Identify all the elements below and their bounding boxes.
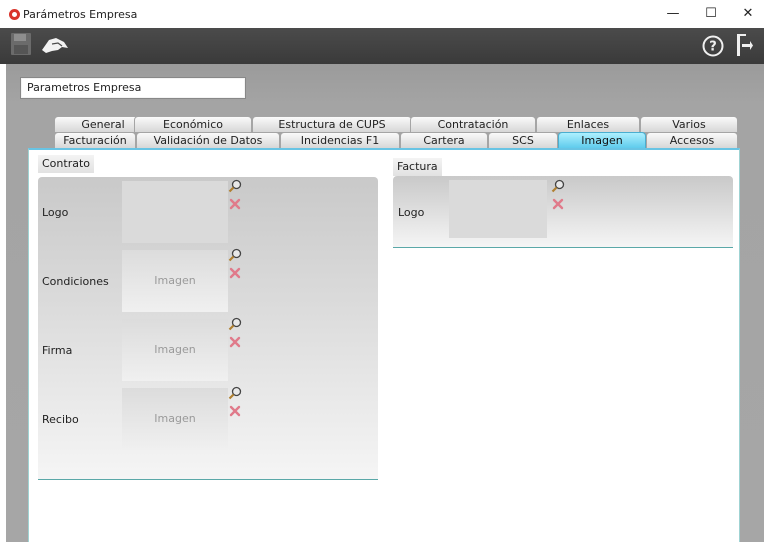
minimize-button[interactable]: —: [656, 3, 690, 25]
main-area: Parametros Empresa General Económico Est…: [6, 64, 764, 542]
contrato-recibo-image: Imagen: [122, 388, 228, 450]
title-bar: Parámetros Empresa — ☐ ✕: [0, 0, 764, 28]
factura-panel: Logo: [393, 176, 733, 248]
contrato-recibo-delete-icon[interactable]: [228, 404, 242, 418]
svg-text:?: ?: [709, 40, 717, 55]
tab-contratacion[interactable]: Contratación: [410, 116, 536, 132]
tab-cartera[interactable]: Cartera: [400, 132, 488, 148]
tab-facturacion[interactable]: Facturación: [54, 132, 136, 148]
contrato-firma-delete-icon[interactable]: [228, 335, 242, 349]
contrato-condiciones-delete-icon[interactable]: [228, 266, 242, 280]
factura-logo-search-icon[interactable]: [551, 179, 565, 193]
page-title: Parametros Empresa: [20, 77, 246, 99]
contrato-recibo-label: Recibo: [42, 413, 79, 426]
contrato-logo-search-icon[interactable]: [228, 179, 242, 193]
factura-section-label: Factura: [393, 158, 442, 176]
contrato-condiciones-search-icon[interactable]: [228, 248, 242, 262]
contrato-logo-label: Logo: [42, 206, 69, 219]
tab-economico[interactable]: Económico: [134, 116, 252, 132]
tab-estructura-cups[interactable]: Estructura de CUPS: [252, 116, 412, 132]
tab-content-imagen: Contrato Logo Condiciones Imagen Firma I…: [28, 148, 740, 542]
contrato-logo-image: [122, 181, 228, 243]
save-icon[interactable]: [10, 32, 32, 56]
maximize-button[interactable]: ☐: [694, 3, 728, 25]
tab-enlaces[interactable]: Enlaces: [536, 116, 640, 132]
tab-validacion-datos[interactable]: Validación de Datos: [136, 132, 280, 148]
tab-imagen[interactable]: Imagen: [558, 132, 646, 148]
exit-icon[interactable]: [734, 32, 754, 58]
handshake-icon[interactable]: [40, 34, 70, 56]
tab-scs[interactable]: SCS: [488, 132, 558, 148]
contrato-condiciones-image: Imagen: [122, 250, 228, 312]
contrato-firma-label: Firma: [42, 344, 73, 357]
factura-logo-label: Logo: [398, 206, 425, 219]
contrato-panel: Logo Condiciones Imagen Firma Imagen Rec…: [38, 177, 378, 480]
contrato-firma-image: Imagen: [122, 319, 228, 381]
contrato-logo-delete-icon[interactable]: [228, 197, 242, 211]
close-button[interactable]: ✕: [731, 3, 764, 25]
factura-logo-image: [449, 180, 547, 238]
help-icon[interactable]: ?: [702, 35, 724, 57]
tab-incidencias-f1[interactable]: Incidencias F1: [280, 132, 400, 148]
contrato-condiciones-label: Condiciones: [42, 275, 109, 288]
toolbar: ?: [0, 28, 764, 64]
contrato-section-label: Contrato: [38, 155, 95, 173]
tab-varios[interactable]: Varios: [640, 116, 738, 132]
contrato-firma-search-icon[interactable]: [228, 317, 242, 331]
contrato-recibo-search-icon[interactable]: [228, 386, 242, 400]
factura-logo-delete-icon[interactable]: [551, 197, 565, 211]
tab-accesos[interactable]: Accesos: [646, 132, 738, 148]
window-title: Parámetros Empresa: [23, 8, 138, 21]
app-logo-icon: [9, 9, 20, 20]
